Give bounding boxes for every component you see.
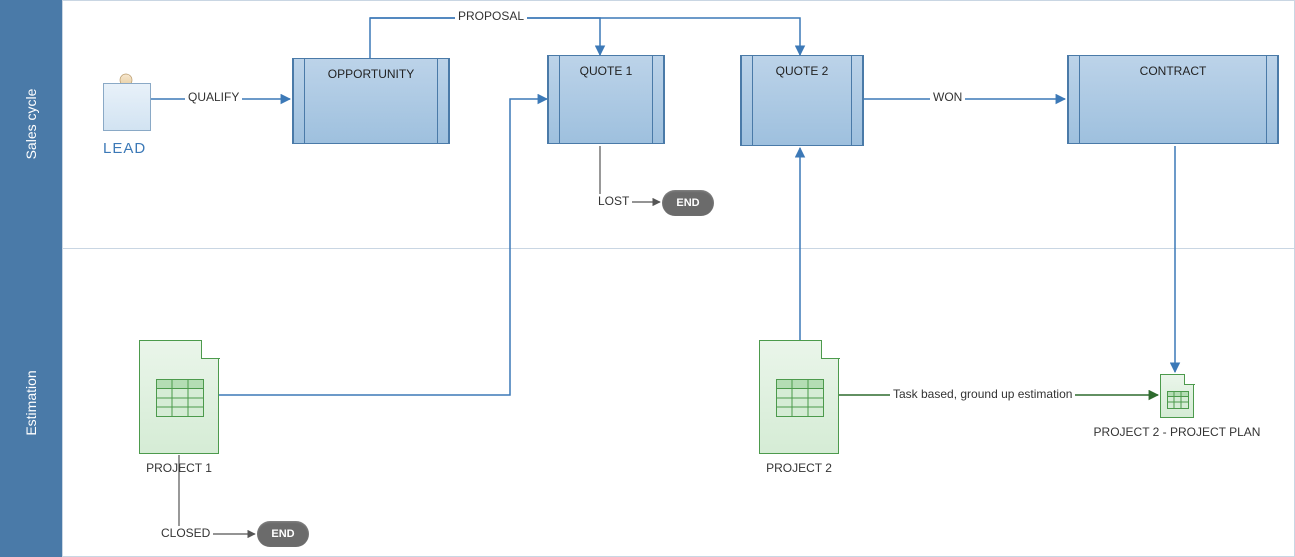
flowchart-canvas: Sales cycle Estimation — [0, 0, 1295, 557]
node-contract: CONTRACT — [1067, 55, 1279, 144]
lane-estimation-body — [62, 248, 1295, 557]
edge-qualify-label: QUALIFY — [185, 90, 242, 104]
node-end-estimation: END — [257, 521, 309, 547]
node-quote2-label: QUOTE 2 — [776, 64, 829, 78]
edge-won-label: WON — [930, 90, 965, 104]
lane-sales-sidebar: Sales cycle — [0, 0, 63, 248]
node-opportunity-label: OPPORTUNITY — [328, 67, 414, 81]
node-end-estimation-label: END — [271, 528, 294, 540]
node-opportunity: OPPORTUNITY — [292, 58, 450, 144]
node-quote1: QUOTE 1 — [547, 55, 665, 144]
node-contract-label: CONTRACT — [1140, 64, 1207, 78]
node-lead-label: LEAD — [103, 140, 146, 157]
lane-estimation-sidebar: Estimation — [0, 248, 63, 557]
edge-closed-label: CLOSED — [158, 526, 213, 540]
lane-sales-label: Sales cycle — [23, 89, 39, 160]
node-project1: PROJECT 1 — [139, 340, 219, 454]
lane-estimation-label: Estimation — [23, 370, 39, 435]
node-lead — [103, 83, 151, 131]
node-project1-label: PROJECT 1 — [79, 461, 279, 475]
edge-proposal-label: PROPOSAL — [455, 9, 527, 23]
edge-task-based-label: Task based, ground up estimation — [890, 387, 1075, 401]
node-project2-plan: PROJECT 2 - PROJECT PLAN — [1160, 374, 1194, 418]
node-end-sales-label: END — [676, 197, 699, 209]
edge-lost-label: LOST — [595, 194, 632, 208]
node-quote1-label: QUOTE 1 — [580, 64, 633, 78]
node-quote2: QUOTE 2 — [740, 55, 864, 146]
node-project2-label: PROJECT 2 — [699, 461, 899, 475]
node-project2-plan-label: PROJECT 2 - PROJECT PLAN — [1077, 425, 1277, 439]
node-end-sales: END — [662, 190, 714, 216]
node-project2: PROJECT 2 — [759, 340, 839, 454]
